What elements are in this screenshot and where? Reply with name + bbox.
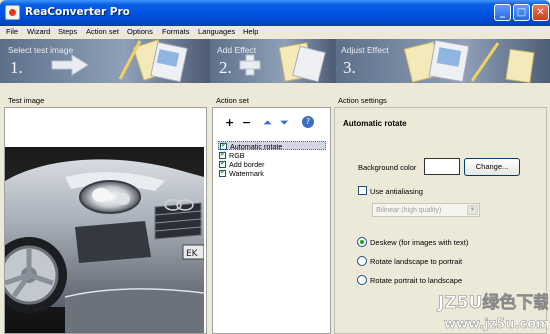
deskew-label: Deskew (for images with text): [370, 238, 469, 247]
adjust-graphic: [403, 39, 535, 83]
action-label: Add border: [229, 160, 265, 169]
settings-heading: Automatic rotate: [343, 119, 407, 128]
menu-formats[interactable]: Formats: [162, 27, 190, 36]
checkbox-icon[interactable]: [220, 141, 227, 150]
menu-action-set[interactable]: Action set: [86, 27, 119, 36]
antialiasing-label: Use antialiasing: [370, 187, 423, 196]
menu-steps[interactable]: Steps: [58, 27, 77, 36]
filter-value: Bilinear (high quality): [376, 207, 442, 214]
test-image-title: Test image: [8, 96, 45, 105]
site-watermark: JZ5U绿色下载 www.jz5u.com: [437, 292, 548, 332]
arrow-icon: [51, 54, 89, 76]
menu-languages[interactable]: Languages: [198, 27, 235, 36]
menu-wizard[interactable]: Wizard: [27, 27, 50, 36]
list-item[interactable]: Add border: [218, 159, 326, 169]
list-item[interactable]: Automatic rotate: [218, 141, 326, 151]
svg-text:EK: EK: [186, 249, 199, 259]
chevron-down-icon[interactable]: ▼: [467, 205, 478, 215]
radio-landscape-to-portrait[interactable]: [357, 256, 367, 266]
background-color-label: Background color: [358, 163, 417, 172]
menu-options[interactable]: Options: [127, 27, 153, 36]
list-item[interactable]: Watermark: [218, 168, 326, 178]
action-label: Watermark: [229, 169, 264, 178]
documents-graphic: [118, 39, 188, 83]
landscape-to-portrait-label: Rotate landscape to portrait: [370, 257, 463, 266]
background-color-swatch[interactable]: [424, 158, 460, 175]
app-icon: [5, 5, 20, 20]
list-item[interactable]: RGB: [218, 150, 326, 160]
close-button[interactable]: ✕: [532, 4, 549, 21]
checkbox-icon[interactable]: [219, 168, 226, 177]
checkbox-icon[interactable]: [219, 159, 226, 168]
checkbox-icon[interactable]: [219, 150, 226, 159]
move-down-icon[interactable]: ⏷: [280, 117, 289, 128]
watermark-url: www.jz5u.com: [444, 317, 548, 332]
car-image: EK: [5, 147, 204, 333]
action-set-title: Action set: [216, 96, 249, 105]
antialiasing-checkbox[interactable]: [358, 186, 367, 195]
change-color-button[interactable]: Change...: [464, 158, 520, 176]
menu-file[interactable]: File: [6, 27, 18, 36]
action-label: Automatic rotate: [230, 142, 283, 151]
action-settings-title: Action settings: [338, 96, 387, 105]
move-up-icon[interactable]: ⏶: [263, 117, 272, 128]
radio-portrait-to-landscape[interactable]: [357, 275, 367, 285]
maximize-button[interactable]: □: [513, 4, 530, 21]
minimize-button[interactable]: _: [494, 4, 511, 21]
menu-help[interactable]: Help: [243, 27, 258, 36]
effect-graphic: [278, 42, 326, 83]
filter-select[interactable]: Bilinear (high quality) ▼: [372, 203, 480, 217]
action-label: RGB: [229, 151, 245, 160]
window-title: ReaConverter Pro: [25, 6, 130, 18]
add-action-icon[interactable]: +: [225, 117, 234, 128]
radio-deskew[interactable]: [357, 237, 367, 247]
watermark-brand: JZ5U绿色下载: [437, 292, 548, 313]
help-icon[interactable]: ?: [302, 116, 314, 128]
step-banner: Select test image 1. Add Effect 2. Adjus…: [0, 39, 550, 83]
menu-bar: File Wizard Steps Action set Options For…: [0, 26, 550, 39]
step-3-number: 3.: [343, 58, 356, 77]
step-2-number: 2.: [219, 58, 232, 77]
remove-action-icon[interactable]: −: [242, 117, 251, 128]
title-bar: ReaConverter Pro _ □ ✕: [0, 0, 550, 26]
plus-icon: [239, 54, 261, 76]
step-1-number: 1.: [10, 58, 23, 77]
